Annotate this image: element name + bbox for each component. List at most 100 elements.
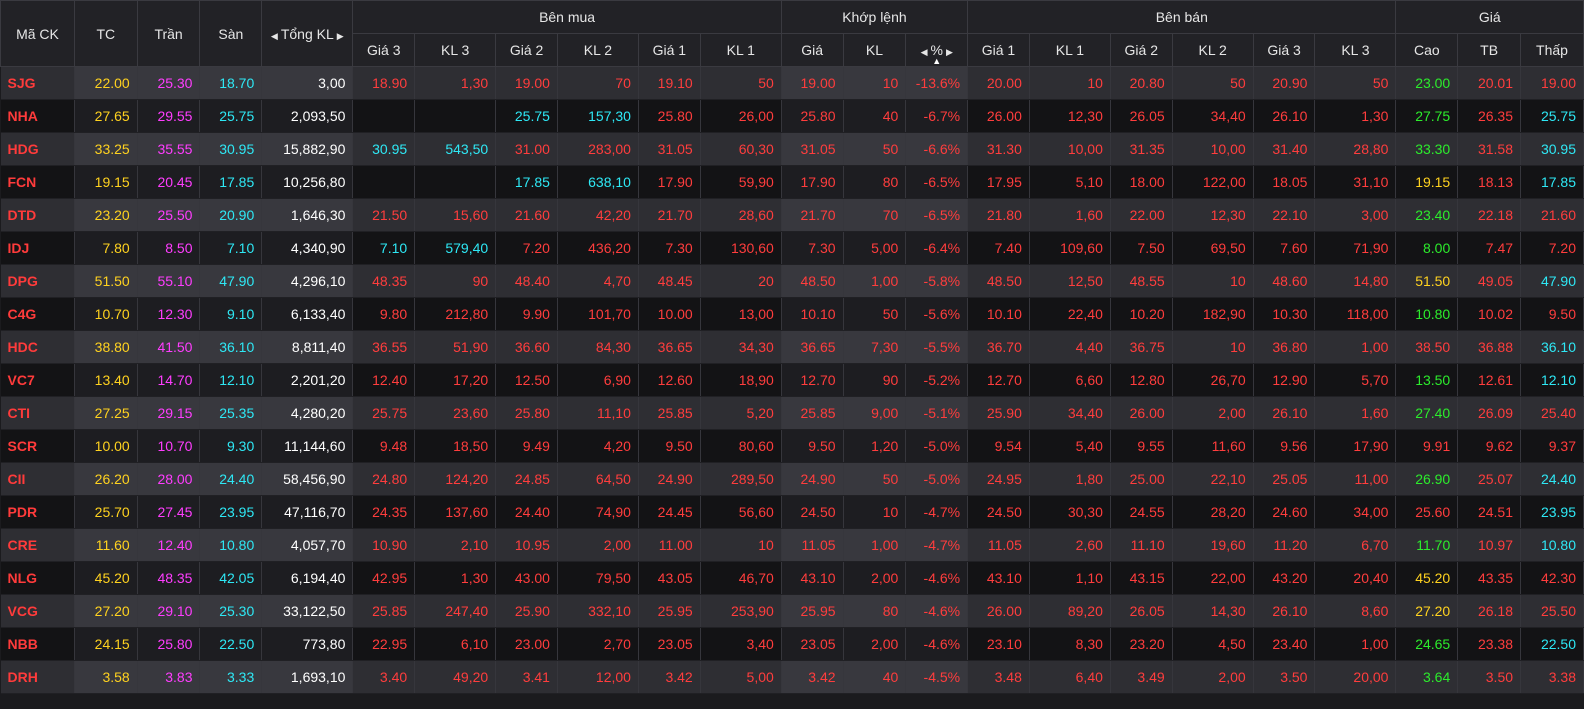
table-row[interactable]: HDC 38.80 41.50 36.10 8,811,40 36.55 51,90 36.6… (0, 330, 1584, 364)
table-row[interactable]: HDG 33.25 35.55 30.95 15,882,90 30.95 543,50 31… (0, 132, 1584, 166)
bid-price-1-cell: 24.45 (638, 495, 701, 529)
ask-volume-1-cell: 12,30 (1029, 99, 1111, 133)
pct-right-icon[interactable]: ▶ (943, 47, 956, 57)
low-price-cell: 21.60 (1520, 198, 1584, 232)
pct-left-icon[interactable]: ◀ (918, 47, 931, 57)
average-price-cell: 10.97 (1457, 528, 1522, 562)
match-volume-cell: 10 (843, 495, 907, 529)
col-ask-p3-header[interactable]: Giá 3 (1252, 33, 1316, 67)
table-row[interactable]: IDJ 7.80 8.50 7.10 4,340,90 7.10 579,40 7.20 436… (0, 231, 1584, 265)
col-high-header[interactable]: Cao (1395, 33, 1459, 67)
col-symbol-header[interactable]: Mã CK (0, 0, 75, 67)
col-bid-v1-header[interactable]: KL 1 (699, 33, 782, 67)
table-row[interactable]: SCR 10.00 10.70 9.30 11,144,60 9.48 18,50 9.49 4… (0, 429, 1584, 463)
col-ask-p2-header[interactable]: Giá 2 (1109, 33, 1173, 67)
symbol-cell[interactable]: NHA (0, 99, 75, 133)
ask-volume-2-cell: 22,10 (1172, 462, 1254, 496)
table-row[interactable]: DTD 23.20 25.50 20.90 1,646,30 21.50 15,60 21.6… (0, 198, 1584, 232)
table-row[interactable]: NHA 27.65 29.55 25.75 2,093,50 25.75 157,30 25.… (0, 99, 1584, 133)
table-row[interactable]: CRE 11.60 12.40 10.80 4,057,70 10.90 2,10 10.95… (0, 528, 1584, 562)
ask-volume-2-cell: 69,50 (1172, 231, 1254, 265)
symbol-cell[interactable]: DTD (0, 198, 75, 232)
table-row[interactable]: PDR 25.70 27.45 23.95 47,116,70 24.35 137,60 24… (0, 495, 1584, 529)
table-row[interactable]: FCN 19.15 20.45 17.85 10,256,80 17.85 638,10 17… (0, 165, 1584, 199)
ask-price-2-cell: 7.50 (1110, 231, 1173, 265)
symbol-cell[interactable]: PDR (0, 495, 75, 529)
table-row[interactable]: VCG 27.20 29.10 25.30 33,122,50 25.85 247,40 25… (0, 594, 1584, 628)
col-bid-p2-header[interactable]: Giá 2 (495, 33, 558, 67)
scroll-left-icon[interactable]: ◀ (268, 31, 281, 41)
col-match-vol-header[interactable]: KL (842, 33, 907, 67)
col-match-pct-header[interactable]: ◀% ▶ ▲ (905, 33, 969, 67)
symbol-cell[interactable]: VCG (0, 594, 75, 628)
scroll-right-icon[interactable]: ▶ (334, 31, 347, 41)
col-ceiling-header[interactable]: Trần (136, 0, 201, 67)
ceiling-price-cell: 48.35 (137, 561, 201, 595)
floor-price-cell: 36.10 (199, 330, 263, 364)
symbol-cell[interactable]: HDC (0, 330, 75, 364)
col-low-header[interactable]: Thấp (1520, 33, 1584, 67)
ask-price-3-cell: 23.40 (1253, 627, 1316, 661)
symbol-cell[interactable]: IDJ (0, 231, 75, 265)
ask-price-2-cell: 43.15 (1110, 561, 1173, 595)
symbol-cell[interactable]: VC7 (0, 363, 75, 397)
table-row[interactable]: NLG 45.20 48.35 42.05 6,194,40 42.95 1,30 43.00… (0, 561, 1584, 595)
col-ask-v3-header[interactable]: KL 3 (1314, 33, 1397, 67)
ask-price-1-cell: 26.00 (967, 99, 1030, 133)
symbol-cell[interactable]: NLG (0, 561, 75, 595)
col-avg-header[interactable]: TB (1457, 33, 1522, 67)
floor-price-cell: 24.40 (199, 462, 263, 496)
ask-volume-1-cell: 109,60 (1029, 231, 1111, 265)
ask-price-1-cell: 11.05 (967, 528, 1030, 562)
col-bid-v3-header[interactable]: KL 3 (414, 33, 497, 67)
col-total-vol-header[interactable]: ◀ Tổng KL ▶ (261, 0, 354, 67)
table-row[interactable]: NBB 24.15 25.80 22.50 773,80 22.95 6,10 23.00 2,… (0, 627, 1584, 661)
col-bid-p1-header[interactable]: Giá 1 (637, 33, 701, 67)
ask-volume-1-cell: 22,40 (1029, 297, 1111, 331)
ask-volume-2-cell: 12,30 (1172, 198, 1254, 232)
table-row[interactable]: VC7 13.40 14.70 12.10 2,201,20 12.40 17,20 12.5… (0, 363, 1584, 397)
total-volume-cell: 6,133,40 (261, 297, 354, 331)
table-row[interactable]: DRH 3.58 3.83 3.33 1,693,10 3.40 49,20 3.41 12,0… (0, 660, 1584, 694)
symbol-cell[interactable]: C4G (0, 297, 75, 331)
bid-volume-2-cell: 6,90 (557, 363, 639, 397)
ask-price-3-cell: 3.50 (1253, 660, 1316, 694)
table-row[interactable]: CTI 27.25 29.15 25.35 4,280,20 25.75 23,60 25.8… (0, 396, 1584, 430)
symbol-cell[interactable]: CII (0, 462, 75, 496)
symbol-cell[interactable]: FCN (0, 165, 75, 199)
floor-price-cell: 18.70 (199, 66, 263, 100)
col-ask-p1-header[interactable]: Giá 1 (967, 33, 1030, 67)
table-row[interactable]: DPG 51.50 55.10 47.90 4,296,10 48.35 90 48.40 4,… (0, 264, 1584, 298)
low-price-cell: 17.85 (1520, 165, 1584, 199)
col-match-price-header[interactable]: Giá (780, 33, 844, 67)
table-row[interactable]: C4G 10.70 12.30 9.10 6,133,40 9.80 212,80 9.90 1… (0, 297, 1584, 331)
match-volume-cell: 80 (843, 165, 907, 199)
symbol-cell[interactable]: CRE (0, 528, 75, 562)
col-floor-header[interactable]: Sàn (199, 0, 263, 67)
ask-price-3-cell: 12.90 (1253, 363, 1316, 397)
bid-price-3-cell: 25.85 (352, 594, 416, 628)
ceiling-price-cell: 35.55 (137, 132, 201, 166)
symbol-cell[interactable]: CTI (0, 396, 75, 430)
symbol-cell[interactable]: SJG (0, 66, 75, 100)
ask-volume-3-cell: 5,70 (1314, 363, 1397, 397)
symbol-cell[interactable]: HDG (0, 132, 75, 166)
col-ref-header[interactable]: TC (73, 0, 138, 67)
ceiling-price-cell: 41.50 (137, 330, 201, 364)
table-row[interactable]: CII 26.20 28.00 24.40 58,456,90 24.80 124,20 24… (0, 462, 1584, 496)
symbol-cell[interactable]: SCR (0, 429, 75, 463)
col-ask-v1-header[interactable]: KL 1 (1028, 33, 1111, 67)
symbol-cell[interactable]: DRH (0, 660, 75, 694)
table-row[interactable]: SJG 22.00 25.30 18.70 3,00 18.90 1,30 19.00 70 19… (0, 66, 1584, 100)
symbol-cell[interactable]: DPG (0, 264, 75, 298)
low-price-cell: 25.75 (1520, 99, 1584, 133)
ask-price-1-cell: 9.54 (967, 429, 1030, 463)
ask-price-2-cell: 9.55 (1110, 429, 1173, 463)
symbol-cell[interactable]: NBB (0, 627, 75, 661)
col-bid-p3-header[interactable]: Giá 3 (352, 33, 416, 67)
col-ask-v2-header[interactable]: KL 2 (1171, 33, 1254, 67)
bid-price-2-cell: 24.85 (495, 462, 558, 496)
match-volume-cell: 10 (843, 66, 907, 100)
ceiling-price-cell: 55.10 (137, 264, 201, 298)
col-bid-v2-header[interactable]: KL 2 (556, 33, 639, 67)
